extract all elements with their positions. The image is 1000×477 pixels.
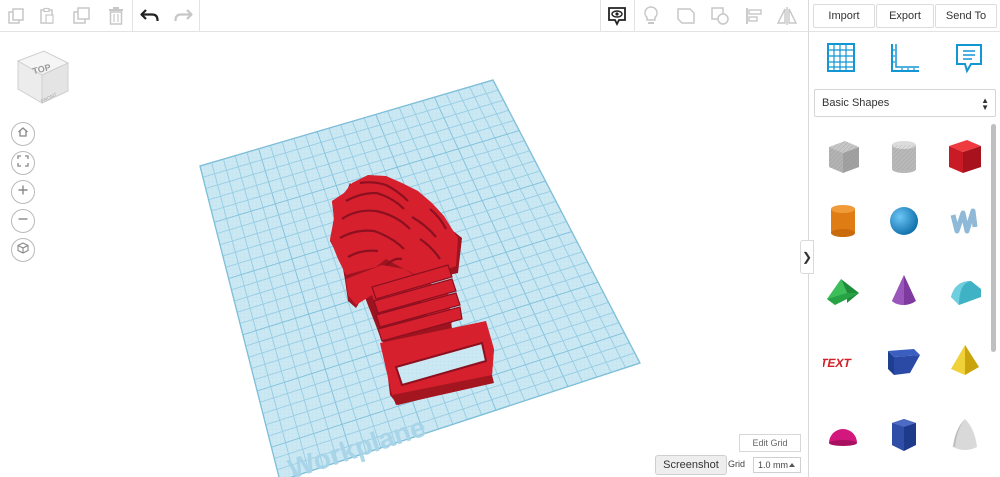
round-roof-shape[interactable] xyxy=(940,266,990,316)
send-to-button[interactable]: Send To xyxy=(935,4,997,28)
fit-view-icon xyxy=(17,154,29,172)
paraboloid-shape[interactable] xyxy=(940,410,990,460)
edit-grid-button[interactable]: Edit Grid xyxy=(739,434,801,452)
screenshot-tooltip: Screenshot xyxy=(655,455,727,475)
redo-icon[interactable] xyxy=(170,3,196,29)
home-icon xyxy=(17,125,29,143)
home-view-button[interactable] xyxy=(11,122,35,146)
workplane-scene[interactable]: Workplane xyxy=(0,33,808,477)
zoom-out-button[interactable] xyxy=(11,209,35,233)
wedge-shape[interactable] xyxy=(879,336,929,386)
view-cube[interactable]: TOP FRONT xyxy=(14,49,72,105)
sphere-shape[interactable] xyxy=(879,196,929,246)
perspective-icon xyxy=(17,241,29,259)
snap-grid-select[interactable]: 1.0 mm xyxy=(753,457,801,473)
scribble-shape[interactable] xyxy=(940,196,990,246)
group-icon[interactable] xyxy=(673,3,699,29)
tinkercad-editor: Workplane TOP FRONT Edit Grid Screenshot… xyxy=(0,0,1000,477)
box-hole-shape[interactable] xyxy=(818,132,868,182)
chevron-up-down-icon: ▲ ▼ xyxy=(981,96,989,112)
zoom-out-icon xyxy=(17,212,29,230)
notes-icon[interactable] xyxy=(953,42,985,74)
text-shape[interactable]: TEXT xyxy=(818,336,868,386)
perspective-button[interactable] xyxy=(11,238,35,262)
cylinder-shape[interactable] xyxy=(818,196,868,246)
shape-library-value: Basic Shapes xyxy=(822,97,890,109)
panel-scrollbar[interactable] xyxy=(991,124,996,352)
chevron-up-icon xyxy=(789,463,795,467)
roof-shape[interactable] xyxy=(818,266,868,316)
align-icon[interactable] xyxy=(741,3,767,29)
viewport-3d[interactable]: Workplane TOP FRONT Edit Grid Screenshot… xyxy=(0,33,808,477)
workplane-icon[interactable] xyxy=(825,42,857,74)
copy-icon[interactable] xyxy=(3,3,29,29)
polygon-shape[interactable] xyxy=(879,410,929,460)
panel-top-bar: Import Export Send To xyxy=(809,0,1000,32)
pyramid-shape[interactable] xyxy=(940,336,990,386)
mirror-icon[interactable] xyxy=(774,3,800,29)
duplicate-icon[interactable] xyxy=(69,3,95,29)
show-hide-icon[interactable] xyxy=(604,3,630,29)
fit-view-button[interactable] xyxy=(11,151,35,175)
ruler-icon[interactable] xyxy=(889,42,921,74)
zoom-in-icon xyxy=(17,183,29,201)
box-shape[interactable] xyxy=(940,132,990,182)
zoom-in-button[interactable] xyxy=(11,180,35,204)
snap-grid-value: 1.0 mm xyxy=(758,460,789,470)
chevron-right-icon: ❯ xyxy=(801,250,813,264)
half-sphere-shape[interactable] xyxy=(818,410,868,460)
toolbar xyxy=(0,0,808,32)
snap-grid-label: Grid xyxy=(728,459,746,469)
collapse-panel-button[interactable]: ❯ xyxy=(800,240,814,274)
right-panel: Import Export Send To Basic Shapes ▲ ▼ T… xyxy=(808,0,1000,477)
paste-icon[interactable] xyxy=(34,3,60,29)
delete-icon[interactable] xyxy=(103,3,129,29)
svg-text:TEXT: TEXT xyxy=(823,356,853,370)
shape-library-select[interactable]: Basic Shapes ▲ ▼ xyxy=(814,89,996,117)
light-bulb-icon[interactable] xyxy=(638,3,664,29)
cylinder-hole-shape[interactable] xyxy=(879,132,929,182)
cone-shape[interactable] xyxy=(879,266,929,316)
ungroup-icon[interactable] xyxy=(707,3,733,29)
export-button[interactable]: Export xyxy=(876,4,934,28)
undo-icon[interactable] xyxy=(137,3,163,29)
shape-grid: TEXT xyxy=(809,124,995,477)
import-button[interactable]: Import xyxy=(813,4,875,28)
